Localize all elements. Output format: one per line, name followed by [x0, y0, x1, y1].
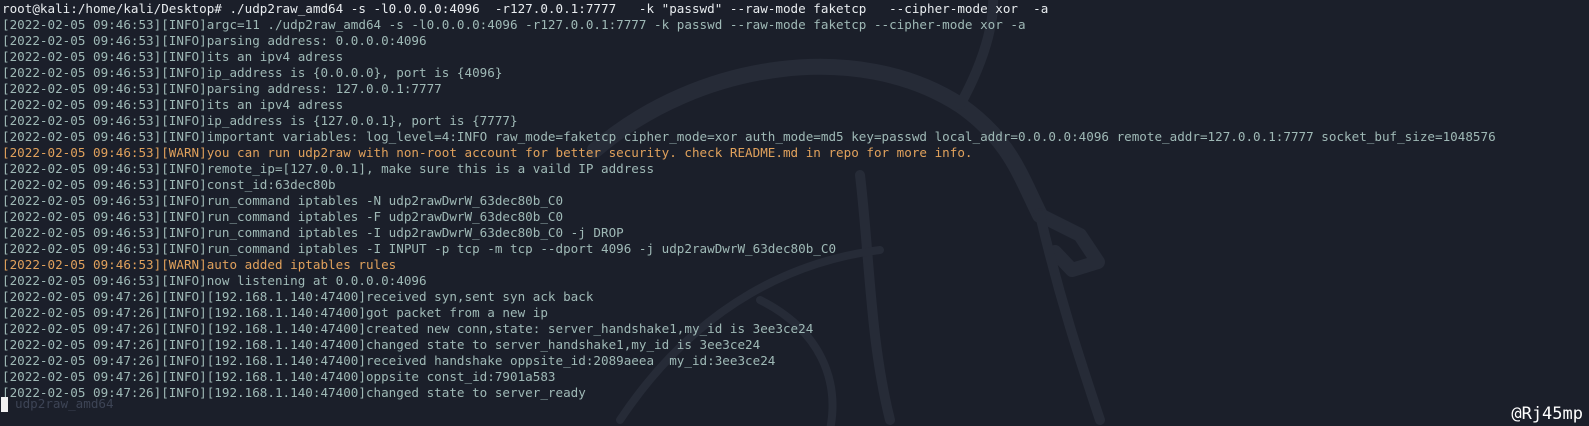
log-line-info: [2022-02-05 09:47:26][INFO][192.168.1.14…: [2, 305, 548, 320]
log-line-info: [2022-02-05 09:46:53][INFO]ip_address is…: [2, 65, 503, 80]
log-line-info: [2022-02-05 09:46:53][INFO]ip_address is…: [2, 113, 518, 128]
log-line-info: [2022-02-05 09:46:53][INFO]const_id:63de…: [2, 177, 336, 192]
log-line-info: [2022-02-05 09:47:26][INFO][192.168.1.14…: [2, 289, 594, 304]
log-line-info: [2022-02-05 09:46:53][INFO]run_command i…: [2, 193, 564, 208]
log-line-info: [2022-02-05 09:46:53][INFO]parsing addre…: [2, 81, 442, 96]
log-line-info: [2022-02-05 09:47:26][INFO][192.168.1.14…: [2, 321, 814, 336]
log-line-info: [2022-02-05 09:46:53][INFO]now listening…: [2, 273, 427, 288]
log-line-info: [2022-02-05 09:46:53][INFO]run_command i…: [2, 241, 837, 256]
prompt-row[interactable]: udp2raw_amd64: [0, 396, 114, 412]
log-line-info: [2022-02-05 09:47:26][INFO][192.168.1.14…: [2, 353, 776, 368]
cursor: [1, 396, 8, 412]
command-line: root@kali:/home/kali/Desktop# ./udp2raw_…: [2, 1, 1049, 16]
log-line-info: [2022-02-05 09:47:26][INFO][192.168.1.14…: [2, 337, 761, 352]
log-line-warn: [2022-02-05 09:46:53][WARN]you can run u…: [2, 145, 973, 160]
watermark: @Rj45mp: [1511, 404, 1583, 424]
log-line-info: [2022-02-05 09:46:53][INFO]parsing addre…: [2, 33, 427, 48]
log-line-info: [2022-02-05 09:46:53][INFO]its an ipv4 a…: [2, 49, 344, 64]
log-line-info: [2022-02-05 09:47:26][INFO][192.168.1.14…: [2, 385, 586, 400]
ghost-text: udp2raw_amd64: [15, 396, 114, 411]
log-line-info: [2022-02-05 09:46:53][INFO]argc=11 ./udp…: [2, 17, 1026, 32]
log-line-info: [2022-02-05 09:47:26][INFO][192.168.1.14…: [2, 369, 556, 384]
terminal-output: root@kali:/home/kali/Desktop# ./udp2raw_…: [2, 1, 1587, 401]
terminal-window[interactable]: root@kali:/home/kali/Desktop# ./udp2raw_…: [0, 0, 1589, 426]
log-line-info: [2022-02-05 09:46:53][INFO]run_command i…: [2, 209, 564, 224]
log-line-info: [2022-02-05 09:46:53][INFO]important var…: [2, 129, 1496, 144]
log-line-info: [2022-02-05 09:46:53][INFO]its an ipv4 a…: [2, 97, 344, 112]
log-line-info: [2022-02-05 09:46:53][INFO]remote_ip=[12…: [2, 161, 655, 176]
log-line-warn: [2022-02-05 09:46:53][WARN]auto added ip…: [2, 257, 397, 272]
log-line-info: [2022-02-05 09:46:53][INFO]run_command i…: [2, 225, 624, 240]
